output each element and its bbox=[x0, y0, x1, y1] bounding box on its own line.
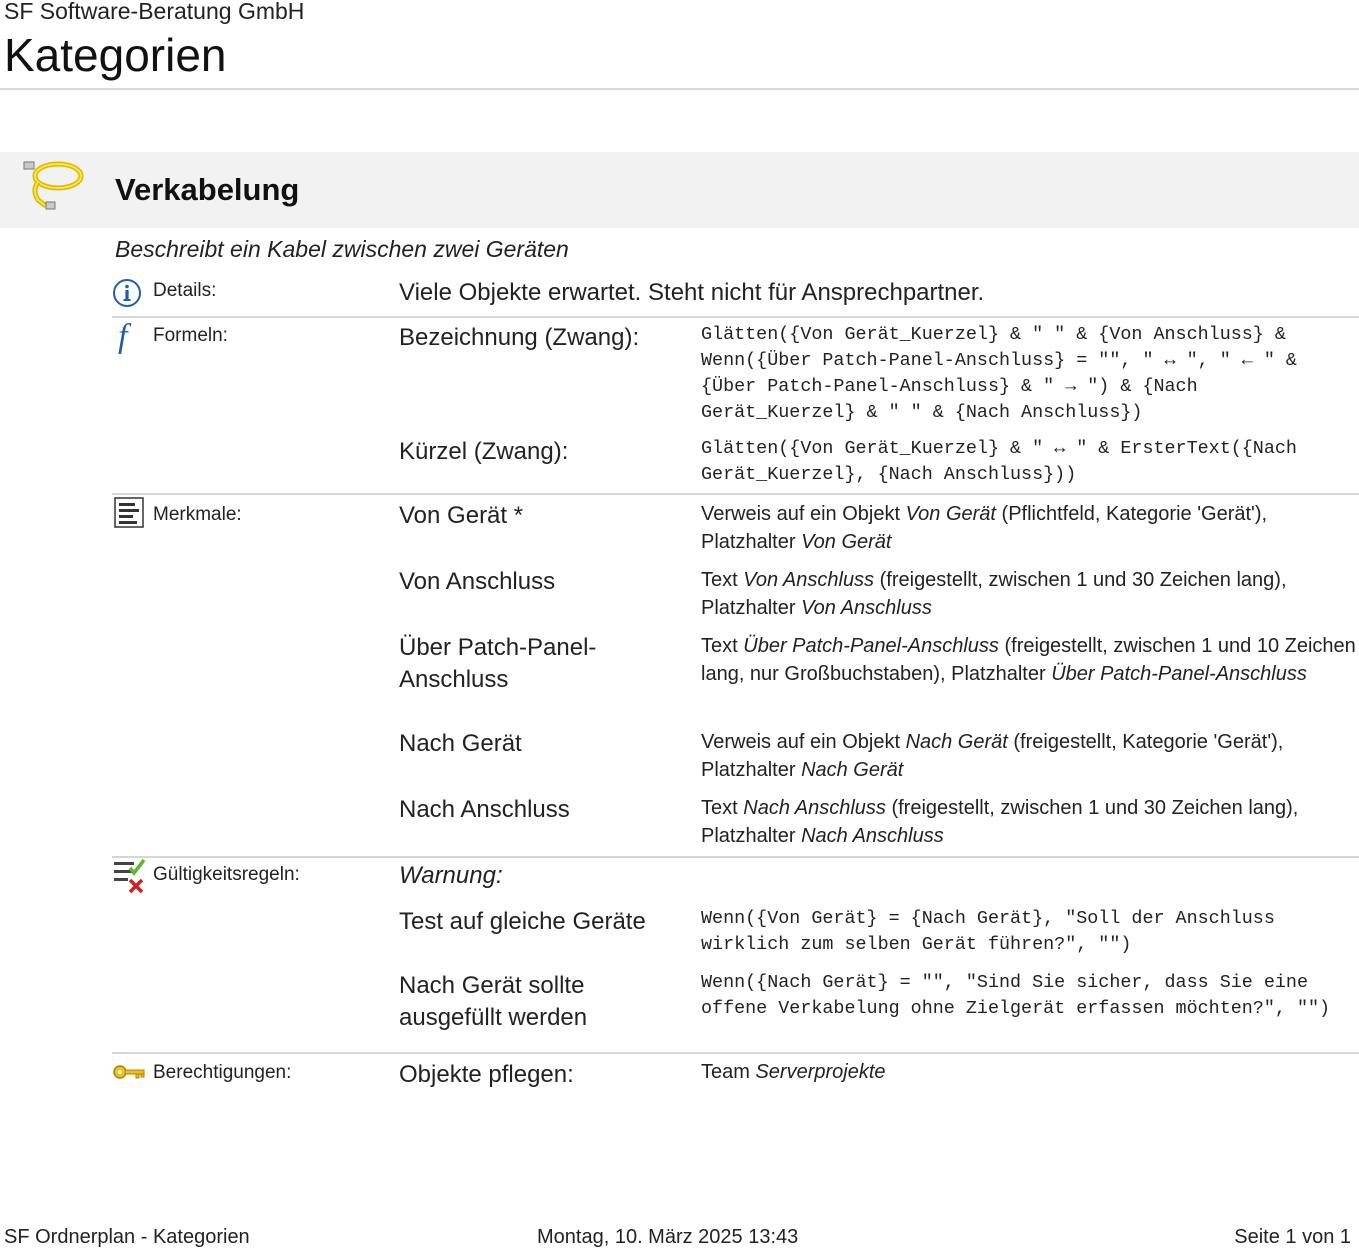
category-description: Beschreibt ein Kabel zwischen zwei Gerät… bbox=[115, 236, 569, 262]
section-divider bbox=[112, 493, 1359, 495]
attribute-name: Von Anschluss bbox=[399, 568, 556, 595]
formula-value: Glätten({Von Gerät_Kuerzel} & " " & {Von… bbox=[701, 324, 1297, 423]
validation-heading: Warnung: bbox=[399, 862, 503, 889]
function-icon: f bbox=[118, 318, 132, 354]
attribute-name: Nach Gerät bbox=[399, 730, 522, 757]
formula-value: Glätten({Von Gerät_Kuerzel} & " ↔ " & Er… bbox=[701, 438, 1297, 485]
section-divider bbox=[112, 1052, 1359, 1054]
formulas-label: Formeln: bbox=[153, 325, 228, 346]
validation-label: Gültigkeitsregeln: bbox=[153, 864, 300, 885]
list-icon bbox=[114, 497, 144, 528]
validation-rule-name: Test auf gleiche Geräte bbox=[399, 908, 646, 935]
permission-value: Team Serverprojekte bbox=[701, 1061, 886, 1083]
footer-page-number: Seite 1 von 1 bbox=[1234, 1226, 1351, 1248]
attribute-description: Text Von Anschluss (freigestellt, zwisch… bbox=[701, 569, 1287, 619]
permission-name: Objekte pflegen: bbox=[399, 1061, 574, 1088]
company-name: SF Software-Beratung GmbH bbox=[4, 0, 305, 24]
attribute-description: Verweis auf ein Objekt Von Gerät (Pflich… bbox=[701, 503, 1268, 553]
attribute-description: Verweis auf ein Objekt Nach Gerät (freig… bbox=[701, 731, 1284, 781]
details-label: Details: bbox=[153, 280, 217, 301]
footer-timestamp: Montag, 10. März 2025 13:43 bbox=[537, 1226, 799, 1248]
formula-key: Bezeichnung (Zwang): bbox=[399, 324, 640, 351]
category-name: Verkabelung bbox=[115, 172, 300, 207]
section-divider bbox=[112, 856, 1359, 858]
attribute-name: Nach Anschluss bbox=[399, 796, 570, 823]
details-text: Viele Objekte erwartet. Steht nicht für … bbox=[399, 279, 985, 306]
attribute-description: Text Über Patch-Panel-Anschluss (freiges… bbox=[701, 635, 1356, 685]
validation-rule-formula: Wenn({Nach Gerät} = "", "Sind Sie sicher… bbox=[701, 972, 1331, 1019]
validation-rule-formula: Wenn({Von Gerät} = {Nach Gerät}, "Soll d… bbox=[701, 908, 1275, 955]
info-icon bbox=[113, 279, 141, 307]
validation-icon bbox=[114, 858, 146, 894]
key-icon bbox=[113, 1065, 145, 1079]
attributes-label: Merkmale: bbox=[153, 504, 242, 525]
attribute-name: Von Gerät * bbox=[399, 502, 524, 529]
footer-document-name: SF Ordnerplan - Kategorien bbox=[4, 1226, 250, 1248]
title-divider bbox=[0, 88, 1359, 90]
formula-key: Kürzel (Zwang): bbox=[399, 438, 569, 465]
permissions-label: Berechtigungen: bbox=[153, 1062, 292, 1083]
attribute-description: Text Nach Anschluss (freigestellt, zwisc… bbox=[701, 797, 1299, 847]
page-title: Kategorien bbox=[4, 29, 227, 81]
attribute-name: Über Patch-Panel-Anschluss bbox=[399, 634, 597, 693]
svg-text:f: f bbox=[118, 318, 132, 354]
cable-icon bbox=[23, 161, 84, 210]
section-divider bbox=[112, 316, 1359, 318]
validation-rule-name: Nach Gerät sollte ausgefüllt werden bbox=[399, 972, 588, 1031]
